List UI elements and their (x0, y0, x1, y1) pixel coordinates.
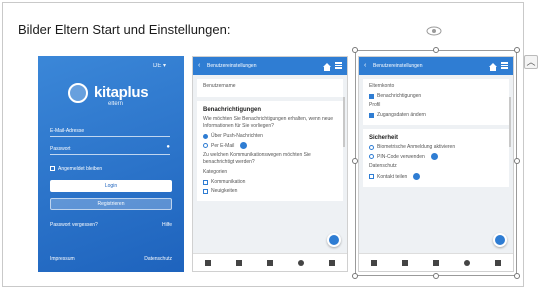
image-selection-frame[interactable] (352, 47, 520, 279)
settings-body: Benutzername Benachrichtigungen Wie möch… (193, 75, 347, 253)
sub-label: Kategorien (203, 169, 228, 175)
floating-action-button (327, 233, 341, 247)
resize-handle[interactable] (514, 47, 520, 53)
checkbox-option: Kommunikation (203, 179, 337, 185)
radio-option: Per E-Mail (203, 142, 337, 149)
checkbox-off (203, 188, 208, 194)
show-password-icon: ● (166, 144, 170, 150)
login-button: Login (50, 180, 172, 192)
remember-label: Angemeldet bleiben (58, 166, 103, 172)
password-label: Passwort (50, 146, 71, 152)
tab-mail-icon (236, 259, 243, 266)
resize-handle[interactable] (352, 158, 358, 164)
remember-me: Angemeldet bleiben (50, 166, 102, 172)
page-heading: Bilder Eltern Start und Einstellungen: (18, 22, 231, 37)
help-link: Hilfe (161, 222, 172, 228)
notifications-section: Benachrichtigungen Wie möchten Sie Benac… (197, 101, 343, 201)
language-selector: DE ▾ (152, 63, 166, 69)
option-label: Per E-Mail (211, 142, 235, 149)
menu-icon (335, 62, 342, 69)
option-label: Über Push-Nachrichten (211, 133, 263, 139)
info-icon (240, 142, 248, 149)
option-label: Kommunikation (211, 179, 246, 185)
checkbox-off (203, 179, 208, 185)
register-button: Registrieren (50, 198, 172, 210)
home-icon (323, 61, 331, 71)
imprint-link: Impressum (50, 256, 75, 262)
tab-calendar-icon (266, 259, 273, 266)
resize-handle[interactable] (352, 273, 358, 279)
app-bar-title: Benutzereinstellungen (207, 63, 257, 69)
remember-checkbox (50, 166, 55, 172)
resize-handle[interactable] (514, 158, 520, 164)
bottom-tab-bar (193, 253, 347, 271)
password-field: Passwort ● (50, 144, 170, 155)
scrollbar (343, 97, 345, 147)
username-label: Benutzername (203, 83, 236, 89)
settings-screenshot-1: ‹ Benutzereinstellungen Benutzername Ben… (192, 56, 348, 272)
brand-name: kitaplus (94, 84, 149, 101)
username-section: Benutzername (197, 79, 343, 97)
eye-icon[interactable] (426, 24, 442, 38)
resize-handle[interactable] (433, 273, 439, 279)
checkbox-option: Neuigkeiten (203, 188, 337, 194)
section-text: Wie möchten Sie Benachrichtigungen erhal… (203, 116, 334, 129)
forgot-password-link: Passwort vergessen? (50, 222, 98, 228)
section-title: Benachrichtigungen (203, 107, 262, 113)
resize-handle[interactable] (433, 47, 439, 53)
option-label: Neuigkeiten (211, 188, 238, 194)
radio-option: Über Push-Nachrichten (203, 133, 337, 139)
tab-pin-icon (205, 259, 212, 266)
scroll-up-button[interactable]: ︿ (524, 55, 538, 69)
app-bar: ‹ Benutzereinstellungen (193, 57, 347, 75)
login-screenshot: DE ▾ kitaplus eltern E-Mail-Adresse Pass… (38, 56, 184, 272)
email-field: E-Mail-Adresse (50, 128, 170, 137)
tab-food-icon (328, 259, 335, 266)
radio-off (203, 143, 208, 148)
privacy-link: Datenschutz (144, 256, 172, 262)
kitaplus-logo (68, 83, 88, 103)
radio-on (203, 133, 208, 139)
resize-handle[interactable] (514, 273, 520, 279)
back-icon: ‹ (198, 62, 201, 69)
resize-handle[interactable] (352, 47, 358, 53)
brand-subtitle: eltern (108, 101, 124, 107)
tab-info-icon (297, 259, 304, 266)
section-text: Zu welchen Kommunikationswegen möchten S… (203, 152, 311, 165)
